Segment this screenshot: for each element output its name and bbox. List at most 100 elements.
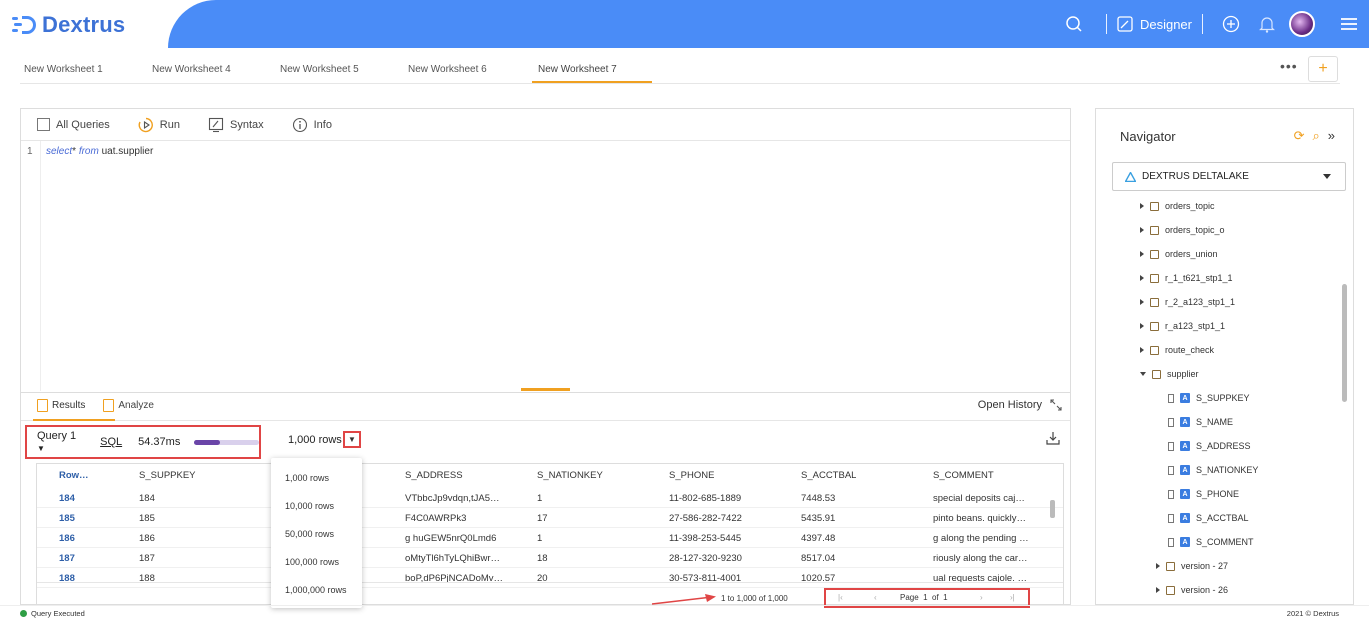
code-area[interactable]: 1 select* from uat.supplier bbox=[21, 141, 1070, 391]
pagination-info: 1 to 1,000 of 1,000 bbox=[721, 594, 788, 603]
tree-table-orders-topic[interactable]: orders_topic bbox=[1140, 201, 1215, 211]
tree-table-r-a123-stp1-1[interactable]: r_a123_stp1_1 bbox=[1140, 321, 1225, 331]
table-row[interactable]: 186 186 g huGEW5nrQ0Lmd6 1 11-398-253-5445 43… bbox=[37, 528, 1063, 548]
column-header-s-comment[interactable]: S_COMMENT bbox=[933, 470, 994, 481]
column-header-s-nationkey[interactable]: S_NATIONKEY bbox=[537, 470, 603, 481]
chevron-right-icon[interactable] bbox=[1140, 275, 1144, 281]
bell-icon[interactable] bbox=[1249, 16, 1285, 33]
column-header-s-phone[interactable]: S_PHONE bbox=[669, 470, 714, 481]
collapse-panel-icon[interactable]: » bbox=[1328, 128, 1335, 144]
table-icon bbox=[1150, 321, 1159, 331]
previous-page-icon[interactable]: ‹ bbox=[874, 593, 877, 602]
cell-s-suppkey: 185 bbox=[139, 513, 155, 524]
run-button[interactable]: Run bbox=[138, 117, 180, 133]
active-results-tab-indicator bbox=[33, 419, 115, 421]
search-icon[interactable]: ⌕ bbox=[1312, 128, 1319, 144]
column-header-row[interactable]: Row… bbox=[59, 470, 89, 481]
tree-column-s-nationkey[interactable]: A S_NATIONKEY bbox=[1168, 465, 1258, 475]
tree-table-route-check[interactable]: route_check bbox=[1140, 345, 1214, 355]
string-type-icon: A bbox=[1180, 441, 1190, 451]
info-button[interactable]: Info bbox=[292, 117, 332, 133]
table-row[interactable]: 188 188 boP,dP6PjNCADoMv… 20 30-573-811-4001… bbox=[37, 568, 1063, 588]
column-icon bbox=[1168, 417, 1174, 427]
tab-analyze[interactable]: Analyze bbox=[103, 399, 154, 412]
grid-header: Row… S_SUPPKEY S_ADDRESS S_NATIONKEY S_P… bbox=[37, 464, 1063, 488]
table-row[interactable]: 185 185 F4C0AWRPk3 17 27-586-282-7422 5435.91… bbox=[37, 508, 1063, 528]
chevron-right-icon[interactable] bbox=[1140, 347, 1144, 353]
tree-table-orders-topic-o[interactable]: orders_topic_o bbox=[1140, 225, 1225, 235]
tree-column-s-address[interactable]: A S_ADDRESS bbox=[1168, 441, 1251, 451]
tree-item-label: orders_union bbox=[1165, 249, 1218, 259]
tree-column-s-name[interactable]: A S_NAME bbox=[1168, 417, 1233, 427]
table-icon bbox=[1150, 297, 1159, 307]
datasource-select[interactable]: DEXTRUS DELTALAKE bbox=[1112, 162, 1346, 191]
tab-worksheet-4[interactable]: New Worksheet 4 bbox=[152, 64, 231, 75]
tree-column-s-acctbal[interactable]: A S_ACCTBAL bbox=[1168, 513, 1249, 523]
download-icon[interactable] bbox=[1046, 431, 1060, 448]
more-tabs-icon[interactable]: ••• bbox=[1280, 58, 1298, 74]
tree-table-r-1-t621-stp1-1[interactable]: r_1_t621_stp1_1 bbox=[1140, 273, 1233, 283]
tree-version[interactable]: version - 27 bbox=[1156, 561, 1228, 571]
tab-worksheet-7[interactable]: New Worksheet 7 bbox=[538, 64, 617, 75]
tree-column-s-phone[interactable]: A S_PHONE bbox=[1168, 489, 1239, 499]
string-type-icon: A bbox=[1180, 489, 1190, 499]
rows-option-10000[interactable]: 10,000 rows bbox=[285, 501, 334, 511]
dextrus-logo[interactable]: Dextrus bbox=[12, 12, 125, 38]
open-history-button[interactable]: Open History bbox=[978, 399, 1062, 411]
chevron-right-icon[interactable] bbox=[1140, 251, 1144, 257]
results-grid[interactable]: Row… S_SUPPKEY S_ADDRESS S_NATIONKEY S_P… bbox=[36, 463, 1064, 605]
tree-item-label: S_PHONE bbox=[1196, 489, 1240, 499]
cell-s-comment: g along the pending … bbox=[933, 533, 1029, 544]
tree-column-s-comment[interactable]: A S_COMMENT bbox=[1168, 537, 1254, 547]
table-row[interactable]: 187 187 oMtyTl6hTyLQhiBwr… 18 28-127-320-923… bbox=[37, 548, 1063, 568]
table-row[interactable]: 184 184 VTbbcJp9vdqn,tJA5… 1 11-802-685-1889… bbox=[37, 488, 1063, 508]
designer-button[interactable]: Designer bbox=[1117, 16, 1192, 32]
code-line[interactable]: select* from uat.supplier bbox=[46, 146, 153, 157]
tree-table-supplier[interactable]: supplier bbox=[1140, 369, 1199, 379]
syntax-button[interactable]: Syntax bbox=[208, 117, 264, 133]
cell-s-address: F4C0AWRPk3 bbox=[405, 513, 467, 524]
rows-option-50000[interactable]: 50,000 rows bbox=[285, 529, 334, 539]
tree-table-orders-union[interactable]: orders_union bbox=[1140, 249, 1218, 259]
avatar[interactable] bbox=[1289, 11, 1315, 37]
info-label: Info bbox=[313, 118, 332, 131]
add-circle-icon[interactable] bbox=[1213, 15, 1249, 33]
checkbox-icon[interactable] bbox=[37, 118, 50, 131]
rows-option-100000[interactable]: 100,000 rows bbox=[285, 557, 339, 567]
chevron-right-icon[interactable] bbox=[1140, 227, 1144, 233]
rows-option-1000[interactable]: 1,000 rows bbox=[285, 473, 329, 483]
chevron-down-icon[interactable] bbox=[1140, 372, 1146, 376]
chevron-right-icon[interactable] bbox=[1156, 587, 1160, 593]
tree-table-r-2-a123-stp1-1[interactable]: r_2_a123_stp1_1 bbox=[1140, 297, 1235, 307]
search-icon[interactable] bbox=[1062, 15, 1086, 33]
tab-results[interactable]: Results bbox=[37, 399, 85, 412]
tree-version[interactable]: version - 26 bbox=[1156, 585, 1228, 595]
tab-worksheet-6[interactable]: New Worksheet 6 bbox=[408, 64, 487, 75]
tab-worksheet-1[interactable]: New Worksheet 1 bbox=[24, 64, 103, 75]
chevron-right-icon[interactable] bbox=[1156, 563, 1160, 569]
all-queries-checkbox[interactable]: All Queries bbox=[37, 118, 110, 131]
column-header-s-suppkey[interactable]: S_SUPPKEY bbox=[139, 470, 196, 481]
refresh-icon[interactable]: ⟳ bbox=[1294, 128, 1305, 144]
tab-results-label: Results bbox=[52, 400, 86, 411]
column-header-s-acctbal[interactable]: S_ACCTBAL bbox=[801, 470, 856, 481]
menu-icon[interactable] bbox=[1329, 17, 1369, 31]
tab-worksheet-5[interactable]: New Worksheet 5 bbox=[280, 64, 359, 75]
sql-link[interactable]: SQL bbox=[100, 436, 122, 448]
navigator-scrollbar[interactable] bbox=[1342, 284, 1347, 402]
query-select[interactable]: Query 1 ▼ bbox=[37, 430, 86, 454]
rows-option-1000000[interactable]: 1,000,000 rows bbox=[285, 585, 347, 595]
add-worksheet-button[interactable]: + bbox=[1308, 56, 1338, 82]
cell-s-acctbal: 5435.91 bbox=[801, 513, 836, 524]
chevron-right-icon[interactable] bbox=[1140, 203, 1144, 209]
column-header-s-address[interactable]: S_ADDRESS bbox=[405, 470, 463, 481]
first-page-icon[interactable]: |‹ bbox=[838, 593, 843, 602]
rows-limit-dropdown[interactable]: ▼ bbox=[343, 431, 361, 448]
query-summary: Query 1 ▼ SQL 54.37ms bbox=[25, 425, 261, 459]
chevron-right-icon[interactable] bbox=[1140, 323, 1144, 329]
last-page-icon[interactable]: ›| bbox=[1010, 593, 1015, 602]
tree-column-s-suppkey[interactable]: A S_SUPPKEY bbox=[1168, 393, 1250, 403]
next-page-icon[interactable]: › bbox=[980, 593, 983, 602]
grid-vertical-scrollbar[interactable] bbox=[1050, 500, 1055, 518]
chevron-right-icon[interactable] bbox=[1140, 299, 1144, 305]
